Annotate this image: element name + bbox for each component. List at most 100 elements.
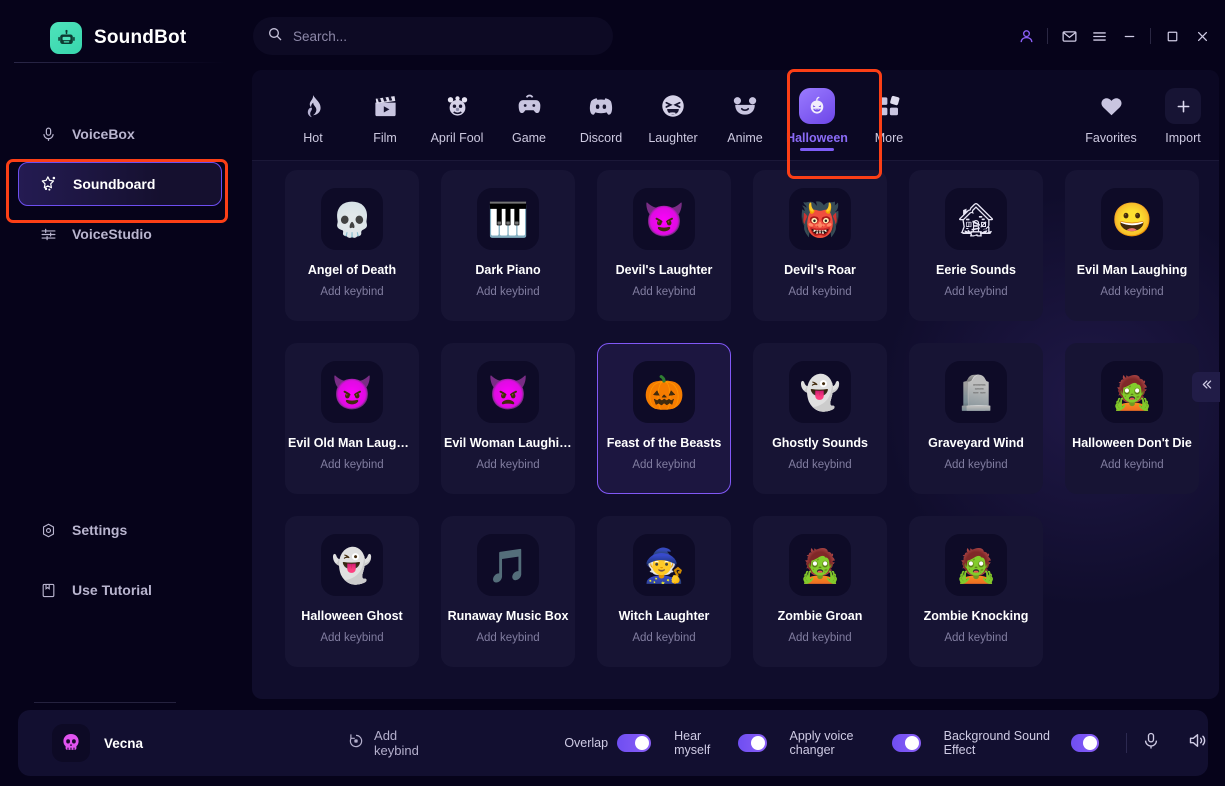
search-bar[interactable] bbox=[253, 17, 613, 55]
sound-card[interactable]: 😀 Evil Man Laughing Add keybind bbox=[1065, 170, 1199, 321]
sound-card-keybind[interactable]: Add keybind bbox=[1100, 286, 1163, 298]
sidebar-item-use-tutorial[interactable]: Use Tutorial bbox=[18, 577, 222, 603]
sound-card-title: Dark Piano bbox=[475, 263, 541, 277]
sound-card[interactable]: 👻 Ghostly Sounds Add keybind bbox=[753, 343, 887, 494]
speaker-icon[interactable] bbox=[1187, 730, 1208, 756]
piano-icon: 🎹 bbox=[477, 188, 539, 250]
zombie-walk-icon: 🧟 bbox=[945, 534, 1007, 596]
tab-favorites[interactable]: Favorites bbox=[1075, 75, 1147, 161]
tab-halloween[interactable]: Halloween bbox=[781, 75, 853, 161]
tab-laughter[interactable]: Laughter bbox=[637, 75, 709, 161]
sound-card-keybind[interactable]: Add keybind bbox=[944, 459, 1007, 471]
heart-icon bbox=[1098, 89, 1125, 123]
tab-hot[interactable]: Hot bbox=[277, 75, 349, 161]
sound-card-keybind[interactable]: Add keybind bbox=[632, 286, 695, 298]
minimize-icon[interactable] bbox=[1114, 22, 1144, 50]
sound-card-keybind[interactable]: Add keybind bbox=[320, 632, 383, 644]
tab-anime[interactable]: Anime bbox=[709, 75, 781, 161]
sliders-icon bbox=[38, 226, 58, 243]
sound-card[interactable]: 👿 Evil Woman Laughing Add keybind bbox=[441, 343, 575, 494]
skull-scythe-icon: 💀 bbox=[321, 188, 383, 250]
sound-card-keybind[interactable]: Add keybind bbox=[632, 459, 695, 471]
close-icon[interactable] bbox=[1187, 22, 1217, 50]
sound-card-title: Halloween Ghost bbox=[301, 609, 403, 623]
chevron-double-left-icon bbox=[1199, 377, 1214, 397]
sidebar-divider bbox=[14, 62, 226, 63]
maximize-icon[interactable] bbox=[1157, 22, 1187, 50]
tab-more[interactable]: More bbox=[853, 75, 925, 161]
tab-film[interactable]: Film bbox=[349, 75, 421, 161]
toggle-knob bbox=[750, 736, 765, 750]
sound-card-keybind[interactable]: Add keybind bbox=[944, 286, 1007, 298]
sound-card-keybind[interactable]: Add keybind bbox=[788, 286, 851, 298]
sound-card-keybind[interactable]: Add keybind bbox=[788, 632, 851, 644]
sound-card[interactable]: 💀 Angel of Death Add keybind bbox=[285, 170, 419, 321]
sound-card-title: Zombie Knocking bbox=[923, 609, 1029, 623]
sound-card-keybind[interactable]: Add keybind bbox=[476, 286, 539, 298]
sound-card-keybind[interactable]: Add keybind bbox=[788, 459, 851, 471]
sound-card[interactable]: 😈 Evil Old Man Laughing Add keybind bbox=[285, 343, 419, 494]
toggle-group: Hear myself bbox=[674, 729, 767, 757]
ghost-icon: 👻 bbox=[789, 361, 851, 423]
app-logo: SoundBot bbox=[50, 22, 186, 54]
toggle-switch[interactable] bbox=[738, 734, 767, 752]
collapse-panel-button[interactable] bbox=[1192, 372, 1220, 402]
plus-icon bbox=[1165, 88, 1201, 124]
current-voice[interactable]: Vecna bbox=[52, 724, 143, 762]
sound-card[interactable]: 🧟 Zombie Knocking Add keybind bbox=[909, 516, 1043, 667]
tab-import[interactable]: Import bbox=[1147, 75, 1219, 161]
tab-label: Halloween bbox=[786, 131, 848, 145]
sound-card-keybind[interactable]: Add keybind bbox=[1100, 459, 1163, 471]
sidebar-item-voicebox[interactable]: VoiceBox bbox=[18, 112, 222, 156]
mail-icon[interactable] bbox=[1054, 22, 1084, 50]
toggle-label: Hear myself bbox=[674, 729, 711, 757]
sidebar-item-label: VoiceStudio bbox=[72, 226, 152, 242]
sound-card-keybind[interactable]: Add keybind bbox=[476, 459, 539, 471]
sound-card[interactable]: 🎃 Feast of the Beasts Add keybind bbox=[597, 343, 731, 494]
tab-game[interactable]: Game bbox=[493, 75, 565, 161]
sound-card-keybind[interactable]: Add keybind bbox=[632, 632, 695, 644]
pink-skull-icon bbox=[52, 724, 90, 762]
tabs-divider bbox=[252, 160, 1219, 161]
toggle-switch[interactable] bbox=[1070, 734, 1100, 752]
sound-card[interactable]: 😈 Devil's Laughter Add keybind bbox=[597, 170, 731, 321]
sound-card[interactable]: 🧟 Halloween Don't Die Add keybind bbox=[1065, 343, 1199, 494]
toggle-switch[interactable] bbox=[892, 734, 921, 752]
sidebar-item-settings[interactable]: Settings bbox=[18, 517, 222, 543]
menu-icon[interactable] bbox=[1084, 22, 1114, 50]
sound-card[interactable]: 🧟 Zombie Groan Add keybind bbox=[753, 516, 887, 667]
sound-card[interactable]: 👹 Devil's Roar Add keybind bbox=[753, 170, 887, 321]
sidebar-item-voicestudio[interactable]: VoiceStudio bbox=[18, 212, 222, 256]
sidebar-item-soundboard[interactable]: Soundboard bbox=[18, 162, 222, 206]
gamepad-icon bbox=[515, 89, 544, 123]
sound-card-title: Zombie Groan bbox=[777, 609, 863, 623]
gear-icon bbox=[38, 522, 58, 539]
tab-april-fool[interactable]: April Fool bbox=[421, 75, 493, 161]
sound-card[interactable]: 🎵 Runaway Music Box Add keybind bbox=[441, 516, 575, 667]
sound-card[interactable]: 🪦 Graveyard Wind Add keybind bbox=[909, 343, 1043, 494]
record-keybind-icon bbox=[347, 732, 365, 755]
tab-label: Favorites bbox=[1085, 131, 1137, 145]
sound-card-keybind[interactable]: Add keybind bbox=[320, 286, 383, 298]
toggle-label: Overlap bbox=[564, 736, 609, 750]
sound-card-title: Angel of Death bbox=[307, 263, 397, 277]
sound-card-keybind[interactable]: Add keybind bbox=[476, 632, 539, 644]
sound-card[interactable]: 👻 Halloween Ghost Add keybind bbox=[285, 516, 419, 667]
tab-label: Game bbox=[511, 131, 547, 145]
toggle-switch[interactable] bbox=[617, 734, 652, 752]
tab-discord[interactable]: Discord bbox=[565, 75, 637, 161]
sound-card-keybind[interactable]: Add keybind bbox=[320, 459, 383, 471]
tab-label: April Fool bbox=[430, 131, 484, 145]
account-icon[interactable] bbox=[1011, 22, 1041, 50]
search-input[interactable] bbox=[293, 28, 599, 44]
sound-card[interactable]: 🏚 Eerie Sounds Add keybind bbox=[909, 170, 1043, 321]
tab-label: Discord bbox=[579, 131, 623, 145]
sound-card[interactable]: 🎹 Dark Piano Add keybind bbox=[441, 170, 575, 321]
microphone-icon[interactable] bbox=[1141, 731, 1161, 756]
robot-icon bbox=[50, 22, 82, 54]
sound-card-keybind[interactable]: Add keybind bbox=[944, 632, 1007, 644]
add-keybind-button[interactable]: Add keybind bbox=[347, 728, 434, 758]
clapperboard-icon bbox=[372, 89, 399, 123]
sound-card[interactable]: 🧙 Witch Laughter Add keybind bbox=[597, 516, 731, 667]
divider bbox=[1126, 733, 1127, 753]
